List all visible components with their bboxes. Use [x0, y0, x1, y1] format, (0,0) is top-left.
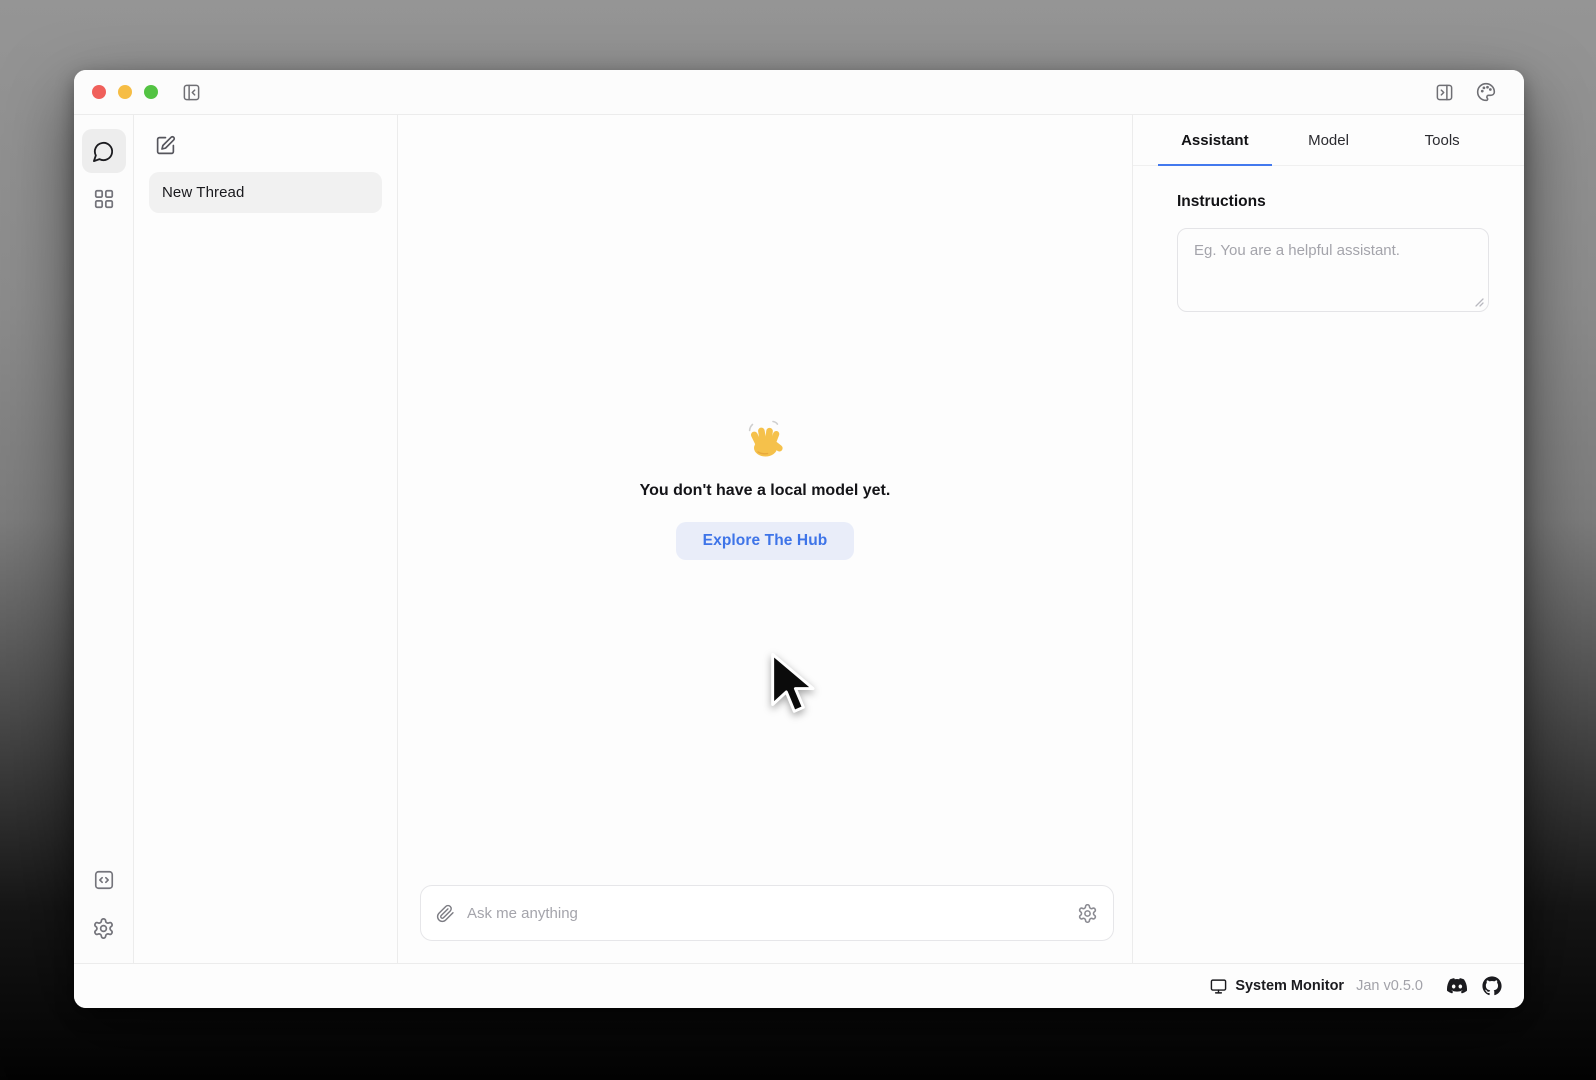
- chat-bubble-icon: [92, 140, 115, 163]
- mouse-cursor: [769, 651, 815, 717]
- thread-title: New Thread: [162, 184, 244, 201]
- waving-hand-emoji: [744, 418, 786, 460]
- hub-grid-icon: [93, 188, 115, 210]
- nav-threads-button[interactable]: [82, 129, 126, 173]
- assistant-settings-panel: Assistant Model Tools Instructions: [1132, 115, 1524, 963]
- toggle-right-panel-icon: [1435, 83, 1454, 102]
- thread-list-item[interactable]: New Thread: [149, 172, 382, 213]
- right-panel-tabs: Assistant Model Tools: [1133, 115, 1524, 166]
- settings-button[interactable]: [82, 906, 126, 950]
- github-icon: [1482, 976, 1502, 996]
- github-link[interactable]: [1482, 976, 1502, 996]
- chat-main-area: You don't have a local model yet. Explor…: [398, 115, 1132, 963]
- discord-link[interactable]: [1447, 976, 1467, 996]
- local-api-server-button[interactable]: [82, 858, 126, 902]
- assistant-tab-content: Instructions: [1133, 166, 1524, 312]
- jan-app-window: New Thread: [74, 70, 1524, 1008]
- message-input[interactable]: [467, 905, 1077, 922]
- collapse-left-panel-button[interactable]: [182, 83, 201, 102]
- minimize-window-button[interactable]: [118, 85, 132, 99]
- system-monitor-label: System Monitor: [1235, 978, 1344, 994]
- empty-state-message: You don't have a local model yet.: [640, 482, 891, 500]
- desktop-background: New Thread: [0, 0, 1596, 1080]
- chat-input-box[interactable]: [420, 885, 1114, 941]
- app-version: Jan v0.5.0: [1356, 978, 1423, 994]
- theme-palette-icon: [1476, 82, 1496, 102]
- tab-model[interactable]: Model: [1272, 115, 1386, 165]
- window-controls: [92, 85, 158, 99]
- instructions-textarea[interactable]: [1177, 228, 1489, 312]
- titlebar: [74, 70, 1524, 115]
- app-body: New Thread: [74, 115, 1524, 963]
- monitor-icon: [1210, 978, 1227, 995]
- resize-grip-icon[interactable]: [1474, 297, 1484, 307]
- settings-gear-icon: [92, 917, 115, 940]
- close-window-button[interactable]: [92, 85, 106, 99]
- nav-hub-button[interactable]: [82, 177, 126, 221]
- left-rail: [74, 115, 134, 963]
- local-api-server-icon: [93, 869, 115, 891]
- new-thread-compose-button[interactable]: [155, 135, 176, 156]
- collapse-left-panel-icon: [182, 83, 201, 102]
- compose-icon: [155, 135, 176, 156]
- toggle-right-panel-button[interactable]: [1435, 83, 1454, 102]
- discord-icon: [1447, 976, 1467, 996]
- instructions-label: Instructions: [1177, 193, 1489, 211]
- zoom-window-button[interactable]: [144, 85, 158, 99]
- system-monitor-button[interactable]: System Monitor: [1210, 978, 1344, 995]
- status-bar: System Monitor Jan v0.5.0: [74, 963, 1524, 1008]
- thread-list-panel: New Thread: [134, 115, 398, 963]
- theme-palette-button[interactable]: [1476, 82, 1496, 102]
- attachment-icon[interactable]: [436, 904, 455, 923]
- explore-hub-button[interactable]: Explore The Hub: [676, 522, 855, 560]
- tab-assistant[interactable]: Assistant: [1158, 115, 1272, 165]
- tab-tools[interactable]: Tools: [1385, 115, 1499, 165]
- empty-state: You don't have a local model yet. Explor…: [398, 418, 1132, 560]
- input-settings-icon[interactable]: [1077, 903, 1098, 924]
